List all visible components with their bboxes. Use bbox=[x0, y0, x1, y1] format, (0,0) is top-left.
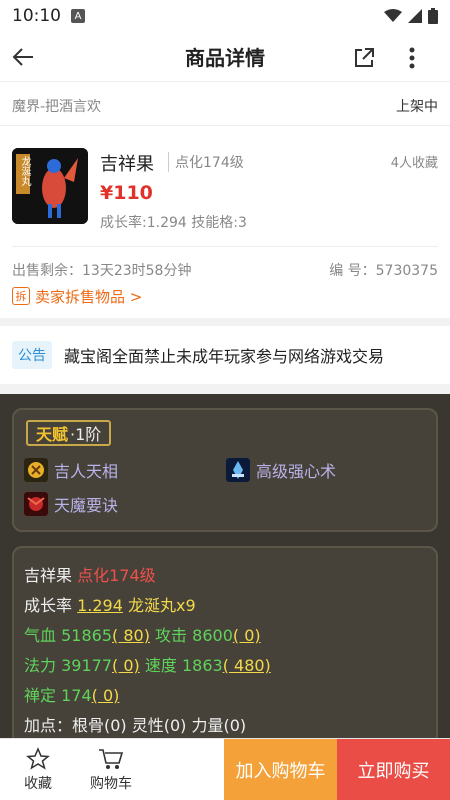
signal-icon bbox=[408, 9, 422, 23]
skill-item[interactable]: 吉人天相 bbox=[24, 458, 118, 482]
thumb-label: 龙涎丸 bbox=[19, 156, 30, 186]
section-gap bbox=[0, 318, 450, 326]
server-name: 魔界-把酒言欢 bbox=[12, 98, 102, 115]
stat-calm-bonus: ( 0) bbox=[91, 686, 120, 705]
heart-skill-icon bbox=[226, 458, 250, 482]
status-time: 10:10 bbox=[12, 6, 61, 26]
stat-name-line: 吉祥果 点化174级 bbox=[24, 562, 156, 586]
split-tag-icon: 拆 bbox=[12, 287, 30, 305]
bottom-action-bar: 收藏 购物车 加入购物车 立即购买 bbox=[0, 738, 450, 800]
share-icon bbox=[355, 48, 374, 67]
stat-spd-label: 速度 bbox=[144, 656, 177, 675]
stat-spd-bonus: ( 480) bbox=[222, 656, 271, 675]
split-link-label: 卖家拆售物品 > bbox=[35, 287, 143, 306]
stat-hp-label: 气血 bbox=[24, 626, 57, 645]
product-thumbnail[interactable]: 龙涎丸 bbox=[12, 148, 88, 224]
skill-item[interactable]: 天魔要诀 bbox=[24, 492, 118, 516]
talent-label: 天赋 bbox=[36, 425, 69, 444]
stat-pet-name: 吉祥果 bbox=[24, 566, 73, 585]
stat-mp-bonus: ( 0) bbox=[112, 656, 140, 675]
stat-mp-label: 法力 bbox=[24, 656, 57, 675]
stat-calm-value: 174 bbox=[61, 686, 92, 705]
product-name: 吉祥果 bbox=[100, 154, 154, 175]
demon-skill-icon bbox=[24, 492, 48, 516]
stat-mp-spd-line: 法力 39177( 0) 速度 1863( 480) bbox=[24, 652, 271, 676]
notification-a-icon: A bbox=[71, 9, 85, 23]
talent-rank: ·1阶 bbox=[70, 425, 102, 444]
seller-row: 魔界-把酒言欢 上架中 bbox=[0, 86, 450, 126]
item-code: 编 号：5730375 bbox=[329, 263, 438, 279]
product-level: 点化174级 bbox=[168, 152, 244, 172]
more-menu-button[interactable] bbox=[400, 44, 424, 72]
fortune-skill-icon bbox=[24, 458, 48, 482]
add-to-cart-button[interactable]: 加入购物车 bbox=[224, 739, 337, 800]
more-vertical-icon bbox=[409, 47, 415, 69]
divider bbox=[12, 246, 438, 247]
stat-level: 点化174级 bbox=[77, 566, 156, 585]
stat-mp-value: 39177 bbox=[61, 656, 113, 675]
stat-atk-value: 8600 bbox=[192, 626, 233, 645]
status-indicators bbox=[384, 8, 438, 24]
section-gap bbox=[0, 384, 450, 394]
skill-item[interactable]: 高级强心术 bbox=[226, 458, 336, 482]
stat-growth-label: 成长率 bbox=[24, 596, 73, 615]
pet-detail-panel: 天赋 ·1阶 吉人天相 高级强心术 天魔要诀 吉祥果 点化174级 成长率 1.… bbox=[0, 394, 450, 746]
page-title: 商品详情 bbox=[185, 46, 265, 70]
app-header: 商品详情 bbox=[0, 32, 450, 82]
stat-hp-atk-line: 气血 51865( 80) 攻击 8600( 0) bbox=[24, 622, 261, 646]
product-price: ¥110 bbox=[100, 182, 153, 204]
stat-growth-line: 成长率 1.294 龙涎丸x9 bbox=[24, 592, 196, 616]
stat-atk-label: 攻击 bbox=[155, 626, 188, 645]
remaining-time: 出售剩余：13天23时58分钟 bbox=[12, 263, 192, 279]
stats-box: 吉祥果 点化174级 成长率 1.294 龙涎丸x9 气血 51865( 80)… bbox=[12, 546, 438, 746]
buy-now-button[interactable]: 立即购买 bbox=[337, 739, 450, 800]
listing-status: 上架中 bbox=[396, 98, 438, 115]
sale-meta: 出售剩余：13天23时58分钟 编 号：5730375 bbox=[12, 260, 438, 280]
stat-pill: 龙涎丸x9 bbox=[128, 596, 196, 615]
talent-box: 天赋 ·1阶 吉人天相 高级强心术 天魔要诀 bbox=[12, 408, 438, 532]
stat-points-line: 加点：根骨(0) 灵性(0) 力量(0) bbox=[24, 716, 247, 735]
stat-calm-label: 禅定 bbox=[24, 686, 57, 705]
cart-label: 购物车 bbox=[90, 776, 132, 792]
product-growth: 成长率:1.294 技能格:3 bbox=[100, 215, 247, 231]
talent-title: 天赋 ·1阶 bbox=[26, 420, 112, 446]
share-button[interactable] bbox=[350, 44, 378, 72]
favorite-button[interactable]: 收藏 bbox=[10, 739, 66, 800]
notice-text: 藏宝阁全面禁止未成年玩家参与网络游戏交易 bbox=[64, 347, 385, 366]
battery-icon bbox=[428, 8, 438, 24]
product-summary: 龙涎丸 吉祥果 点化174级 4人收藏 ¥110 成长率:1.294 技能格:3 bbox=[0, 134, 450, 249]
wifi-icon bbox=[384, 9, 402, 22]
stat-calm-line: 禅定 174( 0) bbox=[24, 682, 119, 706]
favorite-label: 收藏 bbox=[24, 776, 52, 792]
stat-growth-value: 1.294 bbox=[77, 596, 123, 615]
stat-hp-value: 51865 bbox=[61, 626, 113, 645]
stat-atk-bonus: ( 0) bbox=[232, 626, 261, 645]
back-button[interactable] bbox=[8, 42, 38, 72]
favorite-count: 4人收藏 bbox=[390, 156, 438, 171]
skill-name: 高级强心术 bbox=[256, 462, 337, 481]
cart-button[interactable]: 购物车 bbox=[80, 739, 142, 800]
notice-badge: 公告 bbox=[12, 341, 52, 369]
stat-spd-value: 1863 bbox=[181, 656, 223, 675]
status-bar: 10:10 A bbox=[0, 0, 450, 32]
notice-bar[interactable]: 公告 藏宝阁全面禁止未成年玩家参与网络游戏交易 bbox=[0, 326, 450, 384]
back-arrow-icon bbox=[12, 48, 33, 66]
seller-split-items-link[interactable]: 拆 卖家拆售物品 > bbox=[12, 285, 142, 307]
skill-name: 天魔要诀 bbox=[54, 496, 119, 515]
cart-icon bbox=[99, 749, 124, 769]
skill-name: 吉人天相 bbox=[54, 462, 119, 481]
stat-hp-bonus: ( 80) bbox=[112, 626, 150, 645]
star-icon bbox=[26, 747, 50, 770]
